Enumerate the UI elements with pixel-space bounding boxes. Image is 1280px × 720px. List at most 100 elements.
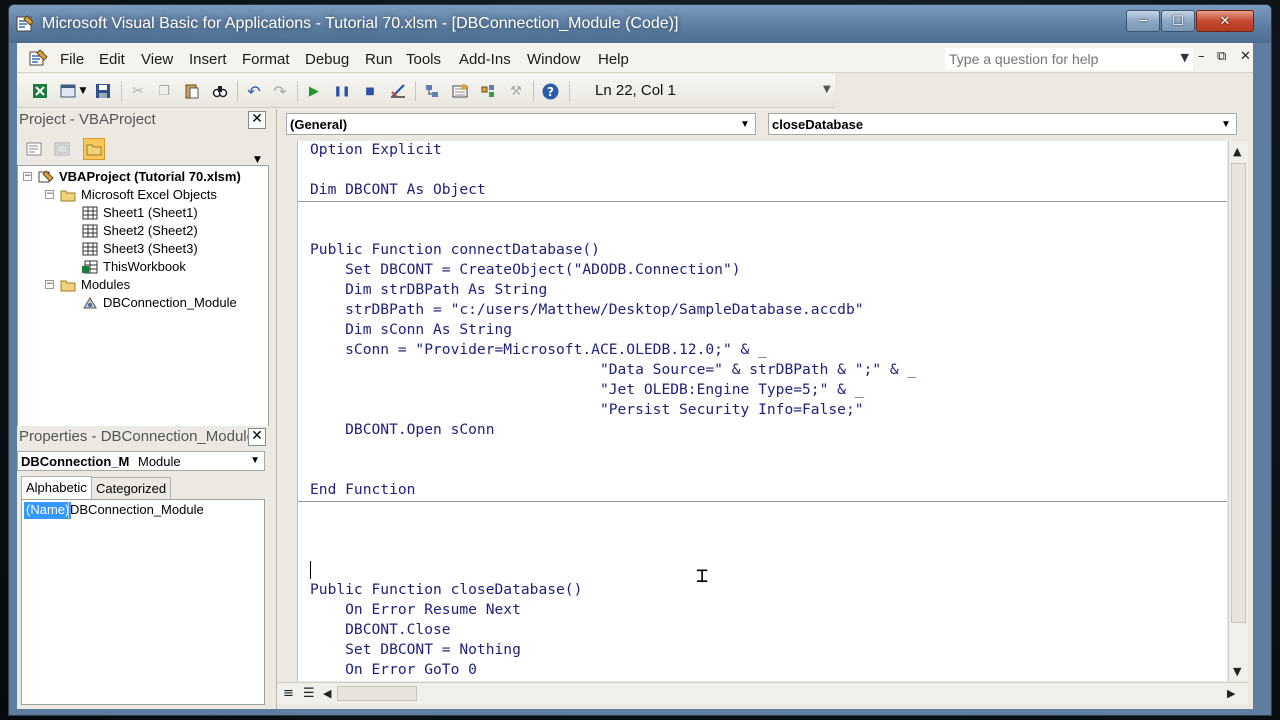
chevron-down-icon[interactable]: ▼	[250, 455, 260, 466]
view-object-button[interactable]	[51, 138, 73, 160]
maximize-button[interactable]: ☐	[1161, 10, 1195, 32]
run-icon[interactable]: ▶	[305, 82, 323, 100]
sheet-icon	[82, 242, 98, 256]
procedure-select[interactable]: closeDatabase ▼	[768, 113, 1237, 135]
tree-node-modules[interactable]: Modules	[60, 276, 130, 293]
menu-window[interactable]: Window	[527, 51, 580, 68]
find-icon[interactable]	[211, 82, 229, 100]
break-icon[interactable]: ❚❚	[333, 82, 351, 100]
scroll-up-icon[interactable]: ▲	[1233, 145, 1241, 158]
undo-icon[interactable]: ↶	[245, 82, 263, 101]
horizontal-scroll-thumb[interactable]	[337, 686, 417, 701]
vertical-scroll-thumb[interactable]	[1231, 163, 1246, 623]
properties-window-icon[interactable]	[451, 82, 469, 100]
help-button[interactable]: ?	[541, 82, 559, 100]
property-key: (Name)	[24, 502, 72, 519]
menu-add-ins[interactable]: Add-Ins	[459, 51, 511, 68]
menu-bar: File Edit View Insert Format Debug Run T…	[17, 43, 1253, 73]
minimize-button[interactable]: ─	[1126, 10, 1160, 32]
menu-help[interactable]: Help	[598, 51, 629, 68]
project-pane-title: Project - VBAProject	[17, 109, 269, 131]
code-editor[interactable]: Option Explicit Dim DBCONT As Object Pub…	[297, 141, 1227, 681]
menu-insert[interactable]: Insert	[189, 51, 227, 68]
procedure-view-icon[interactable]: ≡	[283, 686, 294, 701]
chevron-down-icon[interactable]: ▼	[736, 115, 754, 133]
project-explorer-icon[interactable]	[423, 82, 441, 100]
property-row-name[interactable]: (Name) DBConnection_Module	[22, 502, 264, 520]
chevron-down-icon[interactable]: ▼	[1217, 115, 1235, 133]
menu-run[interactable]: Run	[365, 51, 393, 68]
close-icon: ✕	[251, 111, 263, 127]
toolbar-options-icon[interactable]: ▼	[823, 84, 833, 104]
collapse-icon[interactable]: −	[45, 190, 54, 199]
vba-app-icon	[16, 15, 34, 32]
title-bar[interactable]: Microsoft Visual Basic for Applications …	[9, 5, 1271, 43]
copy-icon[interactable]: ❐	[155, 82, 173, 100]
tree-node-sheet1[interactable]: Sheet1 (Sheet1)	[82, 204, 198, 221]
view-code-button[interactable]	[23, 138, 45, 160]
menu-tools[interactable]: Tools	[406, 51, 441, 68]
code-line: On Error GoTo 0	[310, 661, 477, 678]
properties-pane-close-button[interactable]: ✕	[248, 428, 266, 446]
design-mode-icon[interactable]	[389, 82, 407, 100]
property-value[interactable]: DBConnection_Module	[70, 502, 204, 517]
mdi-minimize-icon[interactable]: –	[1198, 49, 1205, 64]
vba-system-menu-icon[interactable]	[29, 49, 49, 67]
view-code-icon	[26, 142, 42, 156]
properties-grid: (Name) DBConnection_Module	[21, 499, 265, 705]
close-button[interactable]: ✕	[1196, 10, 1254, 32]
excel-icon	[33, 84, 47, 98]
insert-dropdown-icon[interactable]: ▼	[77, 82, 89, 100]
collapse-icon[interactable]: −	[45, 280, 54, 289]
menu-view[interactable]: View	[141, 51, 173, 68]
save-button[interactable]	[94, 82, 112, 100]
object-select[interactable]: (General) ▼	[286, 113, 756, 135]
tree-node-sheet2[interactable]: Sheet2 (Sheet2)	[82, 222, 198, 239]
reset-icon[interactable]: ■	[361, 82, 379, 100]
minimize-icon: ─	[1139, 13, 1147, 29]
horizontal-scrollbar[interactable]: ≡ ☰ ◀ ▶	[277, 682, 1248, 704]
properties-object-select[interactable]: DBConnection_Module Module ▼	[17, 451, 265, 471]
chevron-down-icon[interactable]: ▼	[1181, 51, 1189, 64]
vertical-scrollbar[interactable]: ▲ ▼	[1228, 141, 1248, 681]
mdi-close-icon[interactable]: ✕	[1240, 49, 1251, 64]
collapse-icon[interactable]: −	[23, 172, 32, 181]
cut-icon[interactable]: ✂	[129, 82, 147, 100]
help-search-box[interactable]: ▼	[945, 48, 1193, 70]
code-line: DBCONT.Close	[310, 621, 451, 638]
menu-edit[interactable]: Edit	[99, 51, 125, 68]
scroll-grip-icon[interactable]: ▼	[254, 155, 261, 165]
scroll-right-icon[interactable]: ▶	[1227, 687, 1235, 700]
scroll-left-icon[interactable]: ◀	[323, 687, 331, 700]
code-line: DBCONT.Open sConn	[310, 421, 495, 438]
menu-file[interactable]: File	[60, 51, 84, 68]
code-line: "Jet OLEDB:Engine Type=5;" & _	[310, 381, 864, 398]
tab-categorized[interactable]: Categorized	[91, 477, 172, 499]
help-search-input[interactable]	[946, 49, 1168, 69]
tree-node-dbconnection-module[interactable]: DBConnection_Module	[82, 294, 237, 311]
scroll-down-icon[interactable]: ▼	[1233, 665, 1241, 678]
redo-icon[interactable]: ↷	[271, 82, 289, 101]
tree-node-excel-objects[interactable]: Microsoft Excel Objects	[60, 186, 217, 203]
tree-node-vbaproject[interactable]: VBAProject (Tutorial 70.xlsm)	[38, 168, 241, 185]
properties-object-type: Module	[138, 454, 181, 469]
paste-icon[interactable]	[183, 82, 201, 100]
menu-debug[interactable]: Debug	[305, 51, 349, 68]
object-browser-icon[interactable]	[479, 82, 497, 100]
tree-node-sheet3[interactable]: Sheet3 (Sheet3)	[82, 240, 198, 257]
code-line: "Data Source=" & strDBPath & ";" & _	[310, 361, 917, 378]
menu-format[interactable]: Format	[242, 51, 290, 68]
full-module-view-icon[interactable]: ☰	[303, 686, 315, 701]
toggle-folders-button[interactable]	[83, 138, 105, 160]
view-excel-button[interactable]	[31, 82, 49, 100]
toolbox-icon[interactable]: ⚒	[507, 82, 525, 100]
project-pane-close-button[interactable]: ✕	[248, 111, 266, 129]
insert-userform-button[interactable]	[59, 82, 77, 100]
margin-indicator-bar[interactable]	[277, 141, 297, 681]
mdi-restore-icon[interactable]: ⧉	[1217, 49, 1226, 64]
tree-node-thisworkbook[interactable]: ThisWorkbook	[82, 258, 186, 275]
standard-toolbar: ▼ ✂ ❐ ↶ ↷ ▶ ❚❚ ■ ⚒ ? Ln 22, Col 1 ▼	[17, 74, 835, 108]
code-line: "Persist Security Info=False;"	[310, 401, 864, 418]
workbook-icon	[82, 260, 98, 274]
tab-alphabetic[interactable]: Alphabetic	[21, 476, 92, 499]
